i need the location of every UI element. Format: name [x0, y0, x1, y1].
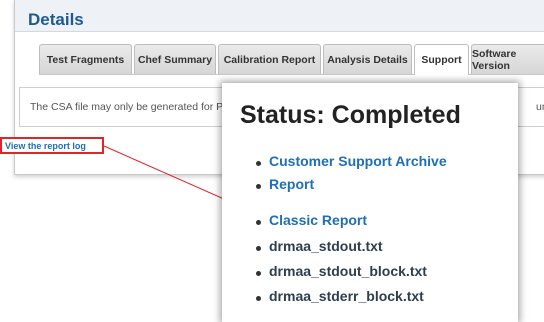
panel-title: Details — [28, 10, 84, 29]
bullet-icon — [256, 271, 261, 276]
classic-report-link[interactable]: Classic Report — [269, 212, 367, 228]
tab-chef-summary[interactable]: Chef Summary — [134, 44, 216, 74]
status-title: Status: Completed — [240, 101, 461, 129]
report-link[interactable]: Report — [269, 176, 314, 192]
list-item: Customer Support Archive — [222, 153, 518, 175]
status-popup: Status: Completed Customer Support Archi… — [222, 83, 518, 322]
tab-support[interactable]: Support — [414, 44, 469, 75]
tab-calibration-report[interactable]: Calibration Report — [218, 44, 321, 74]
list-item: Classic Report — [222, 212, 518, 234]
list-item: drmaa_stderr_block.txt — [222, 288, 518, 310]
bullet-icon — [256, 246, 261, 251]
bullet-icon — [256, 161, 261, 166]
tab-test-fragments[interactable]: Test Fragments — [39, 44, 132, 74]
view-report-log-link[interactable]: View the report log — [5, 141, 86, 151]
bullet-icon — [256, 296, 261, 301]
customer-support-archive-link[interactable]: Customer Support Archive — [269, 153, 447, 169]
list-item: drmaa_stdout.txt — [222, 238, 518, 260]
report-log-highlight: View the report log — [0, 137, 104, 154]
bullet-icon — [256, 220, 261, 225]
list-item: Report — [222, 176, 518, 198]
bullet-icon — [256, 184, 261, 189]
drmaa-stdout-link[interactable]: drmaa_stdout.txt — [269, 238, 383, 254]
drmaa-stderr-block-link[interactable]: drmaa_stderr_block.txt — [269, 288, 424, 304]
list-item: drmaa_stdout_block.txt — [222, 263, 518, 285]
panel-header: Details — [15, 0, 544, 32]
csa-info-text: The CSA file may only be generated for P… — [30, 101, 232, 113]
csa-info-text-tail: umbna — [536, 101, 544, 113]
tab-analysis-details[interactable]: Analysis Details — [323, 44, 412, 74]
drmaa-stdout-block-link[interactable]: drmaa_stdout_block.txt — [269, 263, 427, 279]
tab-software-version[interactable]: Software Version — [471, 44, 544, 74]
